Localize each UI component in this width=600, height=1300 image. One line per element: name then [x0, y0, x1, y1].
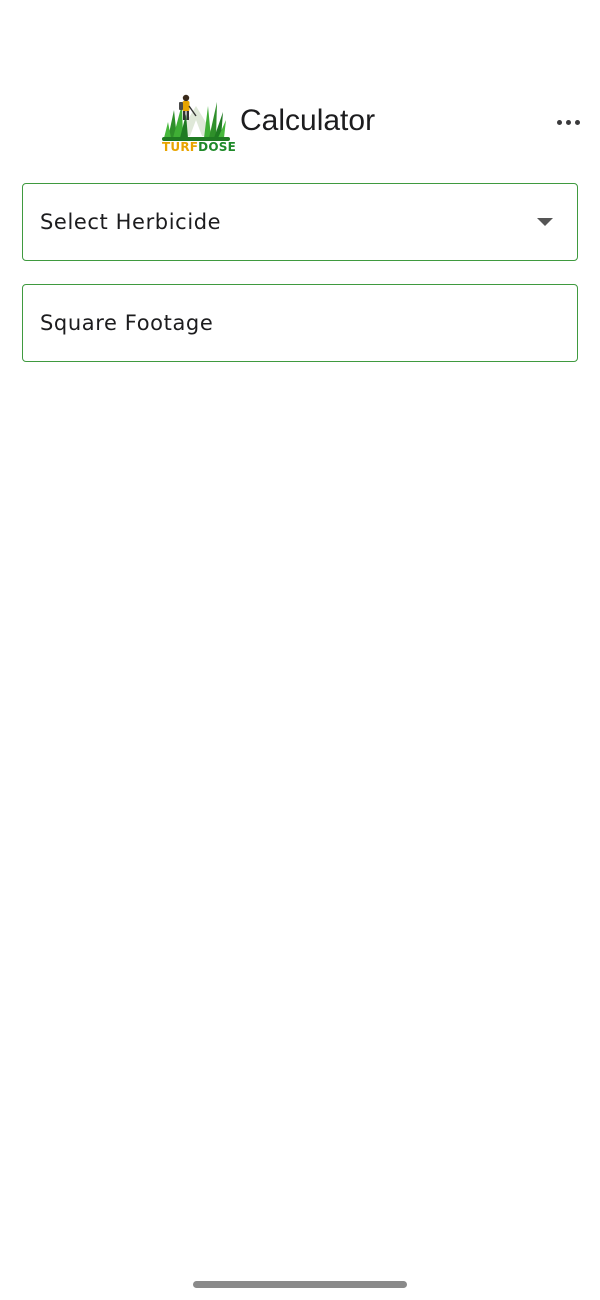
- herbicide-select-label: Select Herbicide: [40, 210, 222, 234]
- herbicide-select[interactable]: Select Herbicide: [22, 183, 578, 261]
- square-footage-field[interactable]: [22, 284, 578, 362]
- logo-text-turf: TURF: [162, 140, 199, 154]
- more-horizontal-icon: [556, 119, 562, 125]
- more-options-button[interactable]: [548, 108, 588, 136]
- more-horizontal-icon-dot: [565, 119, 571, 125]
- app-header: TURFDOSE Calculator: [0, 88, 600, 154]
- turfdose-logo-icon: [162, 94, 230, 141]
- more-horizontal-icon-dot: [574, 119, 580, 125]
- logo-wordmark: TURFDOSE: [162, 140, 236, 154]
- calculator-screen: TURFDOSE Calculator Select Herbicide: [0, 0, 600, 1300]
- page-title: Calculator: [240, 104, 376, 137]
- dropdown-caret-icon: [537, 218, 553, 226]
- square-footage-input[interactable]: [23, 285, 577, 361]
- logo-text-dose: DOSE: [198, 140, 236, 154]
- turfdose-logo: TURFDOSE: [160, 92, 236, 154]
- home-indicator[interactable]: [193, 1281, 407, 1288]
